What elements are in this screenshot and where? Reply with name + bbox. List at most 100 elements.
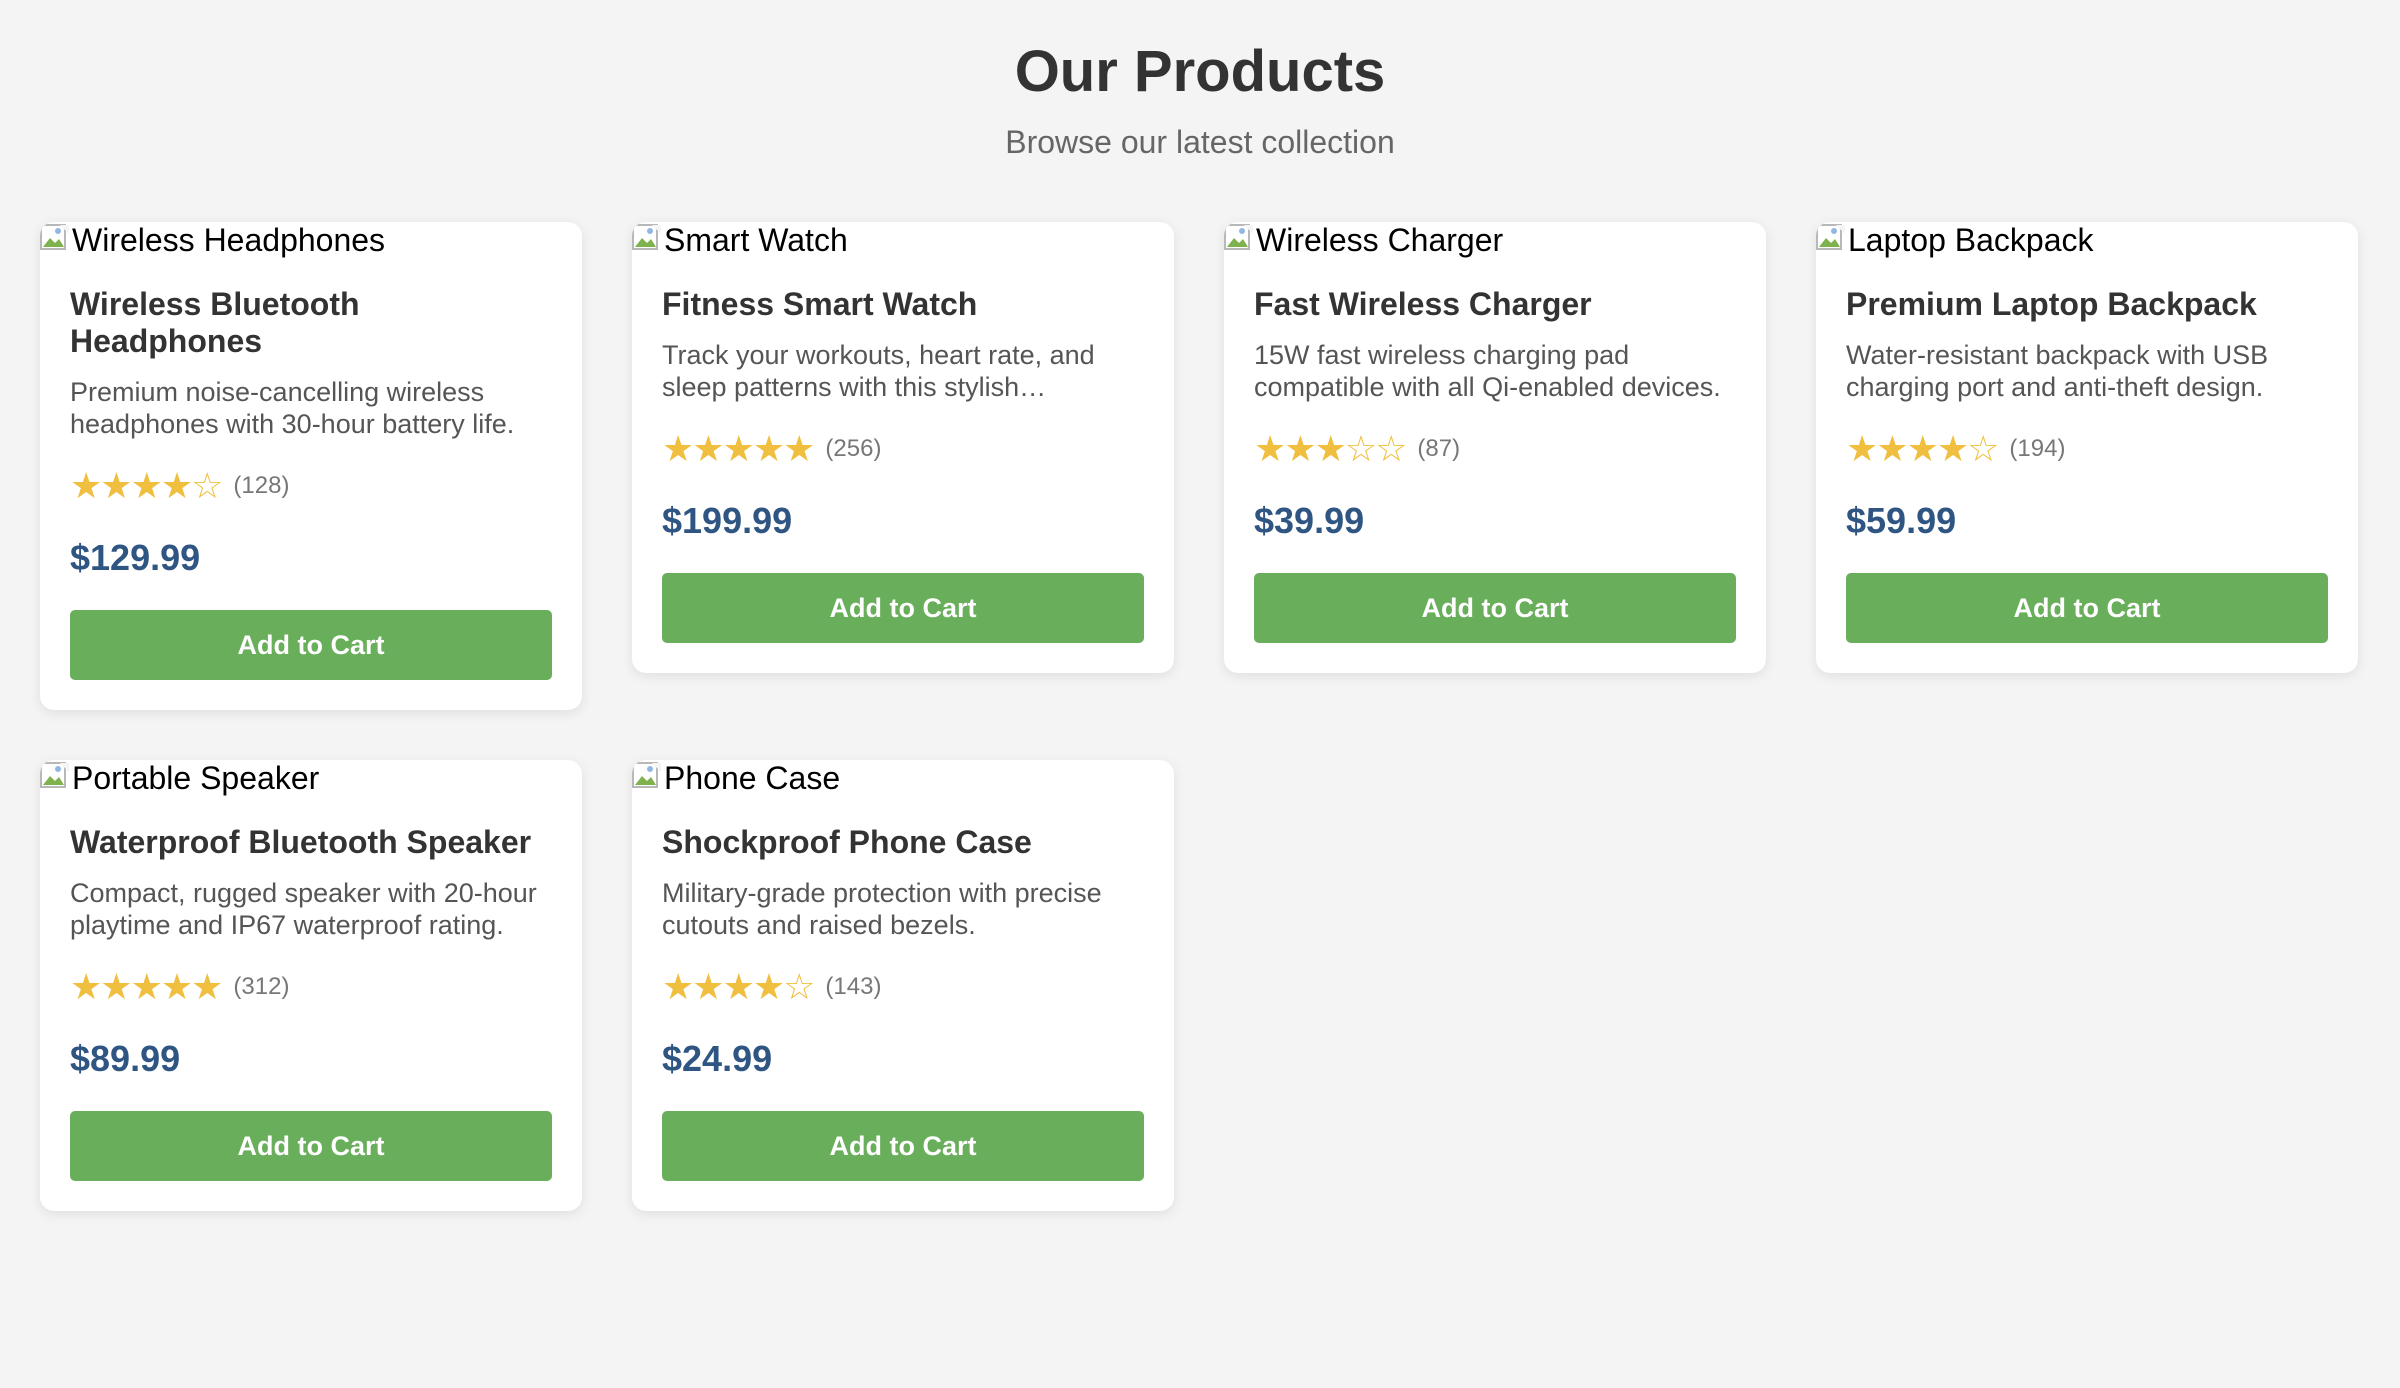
product-name[interactable]: Fast Wireless Charger — [1254, 286, 1736, 323]
product-image: Wireless Charger — [1224, 222, 1766, 258]
broken-image-icon — [40, 224, 69, 250]
star-filled-icon: ★ — [1284, 428, 1316, 469]
product-card: Laptop Backpack Premium Laptop Backpack … — [1816, 222, 2358, 673]
product-price: $199.99 — [662, 500, 793, 541]
product-description: Track your workouts, heart rate, and sle… — [662, 340, 1095, 402]
star-filled-icon: ★ — [662, 966, 694, 1007]
add-to-cart-button[interactable]: Add to Cart — [70, 1111, 552, 1181]
product-description: Premium noise-cancelling wireless headph… — [70, 377, 515, 439]
rating: ★★★★★ (312) — [70, 967, 552, 1007]
broken-image-icon — [632, 224, 661, 250]
product-image: Phone Case — [632, 760, 1174, 796]
review-count: (128) — [233, 472, 290, 499]
product-card: Portable Speaker Waterproof Bluetooth Sp… — [40, 760, 582, 1211]
star-filled-icon: ★ — [692, 428, 724, 469]
star-empty-icon: ☆ — [783, 966, 815, 1007]
star-rating: ★★★★★ — [70, 966, 223, 1007]
review-count: (194) — [2009, 435, 2066, 462]
page-subtitle: Browse our latest collection — [1005, 124, 1395, 160]
star-filled-icon: ★ — [1906, 428, 1939, 469]
product-price: $39.99 — [1254, 500, 1365, 541]
product-image: Wireless Headphones — [40, 222, 582, 258]
broken-image-icon — [632, 762, 661, 788]
page-title: Our Products — [1014, 39, 1386, 104]
add-to-cart-button[interactable]: Add to Cart — [662, 573, 1144, 643]
rating: ★★★☆☆ (87) — [1254, 429, 1736, 469]
card-body: Premium Laptop Backpack Water-resistant … — [1816, 258, 2358, 673]
star-filled-icon: ★ — [1876, 428, 1908, 469]
product-image: Portable Speaker — [40, 760, 582, 796]
star-filled-icon: ★ — [160, 465, 193, 506]
star-filled-icon: ★ — [752, 966, 785, 1007]
product-name[interactable]: Premium Laptop Backpack — [1846, 286, 2328, 323]
star-filled-icon: ★ — [783, 428, 815, 469]
star-rating: ★★★★★ — [662, 428, 815, 469]
star-filled-icon: ★ — [692, 966, 724, 1007]
star-rating: ★★★☆☆ — [1254, 428, 1407, 469]
add-to-cart-button[interactable]: Add to Cart — [1254, 573, 1736, 643]
star-filled-icon: ★ — [70, 465, 102, 506]
page-header: Our Products Browse our latest collectio… — [0, 0, 2400, 162]
star-filled-icon: ★ — [662, 428, 694, 469]
image-alt-text: Wireless Charger — [1256, 222, 1504, 258]
star-rating: ★★★★☆ — [662, 966, 815, 1007]
product-card: Wireless Headphones Wireless Bluetooth H… — [40, 222, 582, 710]
star-filled-icon: ★ — [70, 966, 102, 1007]
review-count: (87) — [1417, 435, 1461, 462]
star-empty-icon: ☆ — [1375, 428, 1407, 469]
star-filled-icon: ★ — [130, 966, 163, 1007]
product-description: Military-grade protection with precise c… — [662, 878, 1102, 940]
product-grid: Wireless Headphones Wireless Bluetooth H… — [40, 222, 2362, 1211]
broken-image-icon — [40, 762, 69, 788]
product-image: Smart Watch — [632, 222, 1174, 258]
image-alt-text: Wireless Headphones — [72, 222, 386, 258]
product-description: Water-resistant backpack with USB chargi… — [1846, 340, 2269, 402]
star-rating: ★★★★☆ — [1846, 428, 1999, 469]
product-description: 15W fast wireless charging pad compatibl… — [1254, 340, 1721, 402]
product-name[interactable]: Fitness Smart Watch — [662, 286, 1144, 323]
review-count: (312) — [233, 973, 290, 1000]
product-price: $59.99 — [1846, 500, 1957, 541]
star-filled-icon: ★ — [100, 966, 132, 1007]
product-price: $89.99 — [70, 1038, 181, 1079]
star-empty-icon: ☆ — [191, 465, 223, 506]
image-alt-text: Portable Speaker — [72, 760, 320, 796]
rating: ★★★★☆ (194) — [1846, 429, 2328, 469]
card-body: Waterproof Bluetooth Speaker Compact, ru… — [40, 796, 582, 1211]
star-filled-icon: ★ — [100, 465, 132, 506]
product-card: Smart Watch Fitness Smart Watch Track yo… — [632, 222, 1174, 673]
product-name[interactable]: Waterproof Bluetooth Speaker — [70, 824, 552, 861]
star-filled-icon: ★ — [191, 966, 223, 1007]
broken-image-icon — [1224, 224, 1253, 250]
product-name[interactable]: Shockproof Phone Case — [662, 824, 1144, 861]
star-filled-icon: ★ — [752, 428, 785, 469]
image-alt-text: Phone Case — [664, 760, 841, 796]
product-price: $129.99 — [70, 537, 201, 578]
star-filled-icon: ★ — [1846, 428, 1878, 469]
star-filled-icon: ★ — [1254, 428, 1286, 469]
card-body: Shockproof Phone Case Military-grade pro… — [632, 796, 1174, 1211]
rating: ★★★★☆ (143) — [662, 967, 1144, 1007]
product-name[interactable]: Wireless Bluetooth Headphones — [70, 286, 552, 360]
review-count: (256) — [825, 435, 882, 462]
rating: ★★★★★ (256) — [662, 429, 1144, 469]
review-count: (143) — [825, 973, 882, 1000]
product-price: $24.99 — [662, 1038, 773, 1079]
product-description: Compact, rugged speaker with 20-hour pla… — [70, 878, 537, 940]
star-filled-icon: ★ — [722, 966, 755, 1007]
card-body: Fitness Smart Watch Track your workouts,… — [632, 258, 1174, 673]
product-card: Wireless Charger Fast Wireless Charger 1… — [1224, 222, 1766, 673]
star-rating: ★★★★☆ — [70, 465, 223, 506]
star-filled-icon: ★ — [1936, 428, 1969, 469]
star-filled-icon: ★ — [1314, 428, 1347, 469]
add-to-cart-button[interactable]: Add to Cart — [70, 610, 552, 680]
add-to-cart-button[interactable]: Add to Cart — [1846, 573, 2328, 643]
star-filled-icon: ★ — [160, 966, 193, 1007]
image-alt-text: Smart Watch — [664, 222, 848, 258]
card-body: Fast Wireless Charger 15W fast wireless … — [1224, 258, 1766, 673]
star-empty-icon: ☆ — [1344, 428, 1377, 469]
rating: ★★★★☆ (128) — [70, 466, 552, 506]
card-body: Wireless Bluetooth Headphones Premium no… — [40, 258, 582, 710]
add-to-cart-button[interactable]: Add to Cart — [662, 1111, 1144, 1181]
product-image: Laptop Backpack — [1816, 222, 2358, 258]
